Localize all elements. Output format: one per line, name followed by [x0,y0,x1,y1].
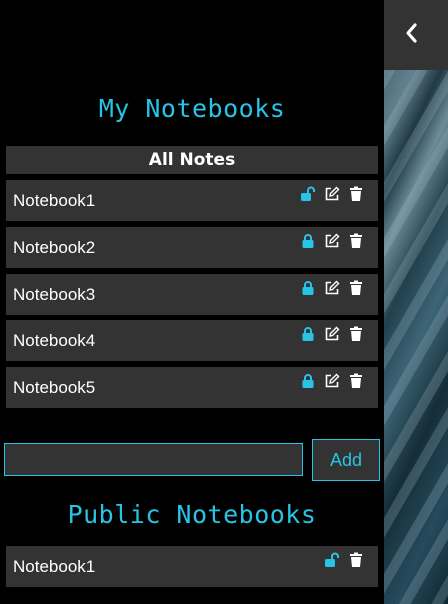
my-notebooks-title: My Notebooks [98,94,286,123]
chevron-left-icon [406,23,417,43]
edit-icon[interactable] [324,326,340,342]
trash-icon[interactable] [348,552,364,568]
notebook-row[interactable]: Notebook4 [6,320,378,361]
trash-icon[interactable] [348,373,364,389]
lock-icon[interactable] [300,326,316,342]
new-notebook-input[interactable] [4,443,303,476]
notebook-name: Notebook3 [13,285,96,304]
notebook-row[interactable]: Notebook5 [6,367,378,408]
notebook-name: Notebook1 [13,191,96,210]
trash-icon[interactable] [348,233,364,249]
notebooks-sidebar: My Notebooks All Notes Notebook1 Noteboo… [0,0,384,604]
public-notebooks-title: Public Notebooks [67,500,317,529]
trash-icon[interactable] [348,186,364,202]
public-notebook-row[interactable]: Notebook1 [6,546,378,587]
trash-icon[interactable] [348,326,364,342]
edit-icon[interactable] [324,373,340,389]
edit-icon[interactable] [324,233,340,249]
collapse-sidebar-button[interactable] [398,18,424,48]
unlock-icon[interactable] [300,186,316,202]
trash-icon[interactable] [348,280,364,296]
background-pattern [384,70,448,604]
all-notes-button[interactable]: All Notes [6,146,378,174]
notebook-row[interactable]: Notebook3 [6,274,378,315]
notebook-name: Notebook2 [13,238,96,257]
lock-icon[interactable] [300,373,316,389]
notebook-row[interactable]: Notebook2 [6,227,378,268]
notebook-row[interactable]: Notebook1 [6,180,378,221]
notebook-name: Notebook4 [13,331,96,350]
notebook-name: Notebook5 [13,378,96,397]
notebook-name: Notebook1 [13,557,96,576]
lock-icon[interactable] [300,233,316,249]
add-notebook-button[interactable]: Add [312,439,380,481]
edit-icon[interactable] [324,280,340,296]
unlock-icon[interactable] [324,552,340,568]
edit-icon[interactable] [324,186,340,202]
lock-icon[interactable] [300,280,316,296]
